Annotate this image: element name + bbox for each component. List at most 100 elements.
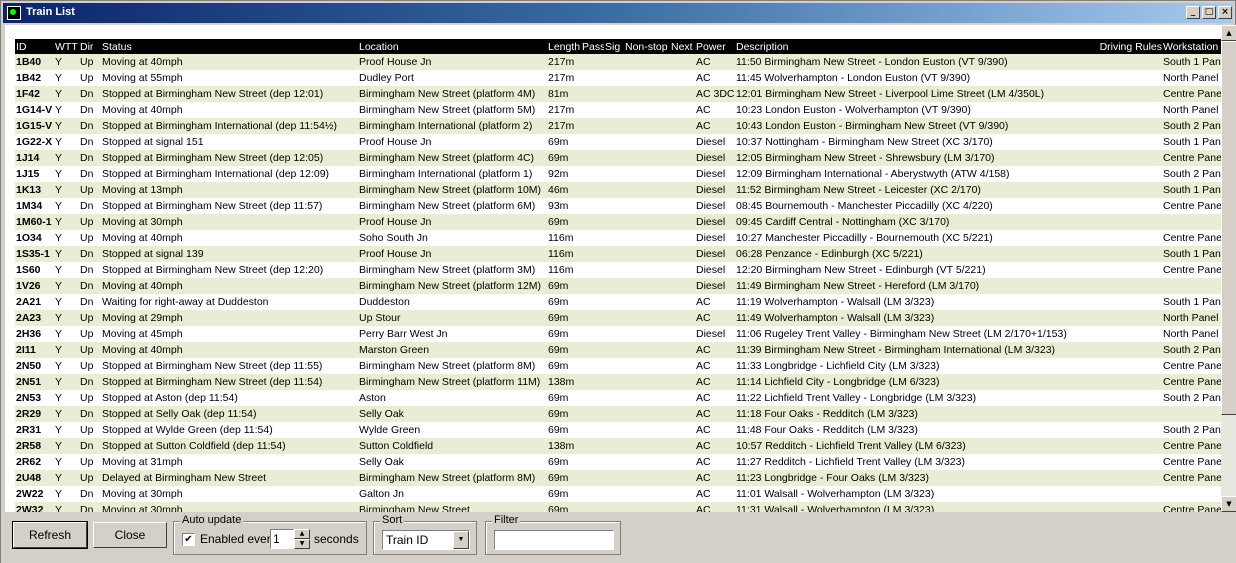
table-cell xyxy=(581,390,604,406)
table-row[interactable]: 2R29 Y Dn Stopped at Selly Oak (dep 11:54) S… xyxy=(15,406,1221,422)
table-cell: Stopped at Birmingham International (dep… xyxy=(102,168,330,180)
table-row[interactable]: 2N51 Y Dn Stopped at Birmingham New Street … xyxy=(15,374,1221,390)
table-row[interactable]: 1K13 Y Up Moving at 13mph Birmingham New Str… xyxy=(15,182,1221,198)
column-header[interactable]: WTT xyxy=(54,39,79,54)
table-cell: Moving at 13mph xyxy=(101,182,358,198)
stepper-down-icon[interactable]: ▼ xyxy=(294,539,310,549)
table-cell xyxy=(604,246,624,262)
table-cell: Birmingham New Street (platform 4C) xyxy=(358,150,547,166)
column-header[interactable]: Workstation xyxy=(1162,39,1221,54)
table-row[interactable]: 1G22-X Y Dn Stopped at signal 151 Proof Hous… xyxy=(15,134,1221,150)
interval-stepper[interactable]: ▲ ▼ xyxy=(294,529,310,549)
table-row[interactable]: 2W22 Y Dn Moving at 30mph Galton Jn 69m AC 11:0… xyxy=(15,486,1221,502)
table-cell: Moving at 45mph xyxy=(102,328,183,340)
column-header[interactable]: Dir xyxy=(79,39,101,54)
scroll-down-icon[interactable]: ▼ xyxy=(1221,496,1236,512)
minimize-icon[interactable]: _ xyxy=(1186,6,1200,19)
table-row[interactable]: 2U48 Y Up Delayed at Birmingham New Street B… xyxy=(15,470,1221,486)
table-row[interactable]: 2N53 Y Up Stopped at Aston (dep 11:54) Aston… xyxy=(15,390,1221,406)
column-header[interactable]: Next xyxy=(670,39,695,54)
table-cell: Diesel xyxy=(696,328,726,340)
vertical-scrollbar[interactable]: ▲ ▼ xyxy=(1221,25,1236,512)
table-cell: Up xyxy=(79,54,101,70)
table-cell: Y xyxy=(55,264,63,276)
table-cell xyxy=(1162,406,1221,422)
scroll-up-icon[interactable]: ▲ xyxy=(1221,25,1236,41)
column-header[interactable]: Non-stop xyxy=(624,39,670,54)
title-bar[interactable]: Train List _ □ × xyxy=(3,3,1233,23)
column-header[interactable]: Length xyxy=(547,39,581,54)
table-cell xyxy=(604,454,624,470)
column-header[interactable]: Status xyxy=(101,39,358,54)
chevron-down-icon[interactable]: ▼ xyxy=(453,531,469,549)
table-row[interactable]: 2A23 Y Up Moving at 29mph Up Stour 69m AC 11:49… xyxy=(15,310,1221,326)
scroll-thumb[interactable] xyxy=(1221,41,1236,415)
auto-update-checkbox[interactable]: ✔ xyxy=(182,533,195,546)
table-row[interactable]: 2W32 Y Dn Moving at 30mph Birmingham New Str… xyxy=(15,502,1221,512)
table-cell: Centre Panel xyxy=(1163,232,1221,244)
table-row[interactable]: 1J15 Y Dn Stopped at Birmingham Internation… xyxy=(15,166,1221,182)
sort-select[interactable]: Train ID ▼ xyxy=(382,530,470,550)
table-row[interactable]: 1S35-1 Y Dn Stopped at signal 139 Proof Hous… xyxy=(15,246,1221,262)
table-cell: Diesel xyxy=(695,246,735,262)
table-row[interactable]: 2A21 Y Dn Waiting for right-away at Duddest… xyxy=(15,294,1221,310)
close-icon[interactable]: × xyxy=(1218,6,1232,19)
table-row[interactable]: 1V26 Y Dn Moving at 40mph Birmingham New Str… xyxy=(15,278,1221,294)
table-cell xyxy=(604,214,624,230)
table-cell: 11:49 Birmingham New Street - Hereford (… xyxy=(735,278,1097,294)
table-row[interactable]: 2R31 Y Up Stopped at Wylde Green (dep 11:54… xyxy=(15,422,1221,438)
column-header[interactable]: Pass xyxy=(581,39,604,54)
refresh-button[interactable]: Refresh xyxy=(12,521,88,549)
table-cell xyxy=(1162,486,1221,502)
table-row[interactable]: 1G15-V Y Dn Stopped at Birmingham Internati… xyxy=(15,118,1221,134)
table-row[interactable]: 2H36 Y Up Moving at 45mph Perry Barr West Jn… xyxy=(15,326,1221,342)
table-cell: 217m xyxy=(548,104,575,116)
table-cell xyxy=(624,422,670,438)
table-row[interactable]: 2N50 Y Up Stopped at Birmingham New Street … xyxy=(15,358,1221,374)
table-cell xyxy=(581,374,604,390)
table-row[interactable]: 1B42 Y Up Moving at 55mph Dudley Port 217m AC 1… xyxy=(15,70,1221,86)
table-cell xyxy=(624,486,670,502)
table-row[interactable]: 1J14 Y Dn Stopped at Birmingham New Street … xyxy=(15,150,1221,166)
table-cell: 1G15-V xyxy=(15,118,54,134)
table-cell: Up xyxy=(79,470,101,486)
table-row[interactable]: 1O34 Y Up Moving at 40mph Soho South Jn 116m D… xyxy=(15,230,1221,246)
maximize-icon[interactable]: □ xyxy=(1202,6,1216,19)
table-row[interactable]: 1S60 Y Dn Stopped at Birmingham New Street … xyxy=(15,262,1221,278)
table-row[interactable]: 1G14-V Y Dn Moving at 40mph Birmingham New S… xyxy=(15,102,1221,118)
close-button[interactable]: Close xyxy=(93,522,167,548)
table-row[interactable]: 2R62 Y Up Moving at 31mph Selly Oak 69m AC 11:2… xyxy=(15,454,1221,470)
table-cell: 11:31 Walsall - Wolverhampton (LM 3/323) xyxy=(735,502,1097,512)
table-cell: Diesel xyxy=(695,278,735,294)
column-header[interactable]: Location xyxy=(358,39,547,54)
table-cell xyxy=(581,134,604,150)
table-cell: AC xyxy=(696,296,711,308)
table-row[interactable]: 1M34 Y Dn Stopped at Birmingham New Street … xyxy=(15,198,1221,214)
stepper-up-icon[interactable]: ▲ xyxy=(294,529,310,539)
table-cell: Birmingham New Street xyxy=(358,502,547,512)
table-cell: 2A23 xyxy=(15,310,54,326)
table-row[interactable]: 1F42 Y Dn Stopped at Birmingham New Street … xyxy=(15,86,1221,102)
table-row[interactable]: 2I11 Y Up Moving at 40mph Marston Green 69m AC… xyxy=(15,342,1221,358)
table-row[interactable]: 1M60-1 Y Up Moving at 30mph Proof House Jn 69… xyxy=(15,214,1221,230)
table-cell: Birmingham New Street (platform 12M) xyxy=(358,278,547,294)
column-header[interactable]: Description xyxy=(735,39,1097,54)
column-header[interactable]: Sig xyxy=(604,39,624,54)
table-cell: 93m xyxy=(548,200,569,212)
column-header[interactable]: Power xyxy=(695,39,735,54)
table-cell xyxy=(624,358,670,374)
table-cell: Stopped at Birmingham New Street (dep 12… xyxy=(102,264,324,276)
table-row[interactable]: 1B40 Y Up Moving at 40mph Proof House Jn 217m… xyxy=(15,54,1221,70)
table-cell: Moving at 40mph xyxy=(102,104,183,116)
table-cell: Diesel xyxy=(695,150,735,166)
column-header[interactable]: ID xyxy=(15,39,54,54)
column-header[interactable]: Driving Rules xyxy=(1097,39,1162,54)
table-cell: Y xyxy=(55,136,63,148)
table-cell: Dudley Port xyxy=(359,72,414,84)
table-row[interactable]: 2R58 Y Dn Stopped at Sutton Coldfield (dep … xyxy=(15,438,1221,454)
table-cell: Y xyxy=(55,104,63,116)
table-cell: 138m xyxy=(547,374,581,390)
filter-input[interactable] xyxy=(494,530,614,550)
table-cell xyxy=(1097,326,1162,342)
interval-input[interactable]: 1 xyxy=(270,529,294,549)
